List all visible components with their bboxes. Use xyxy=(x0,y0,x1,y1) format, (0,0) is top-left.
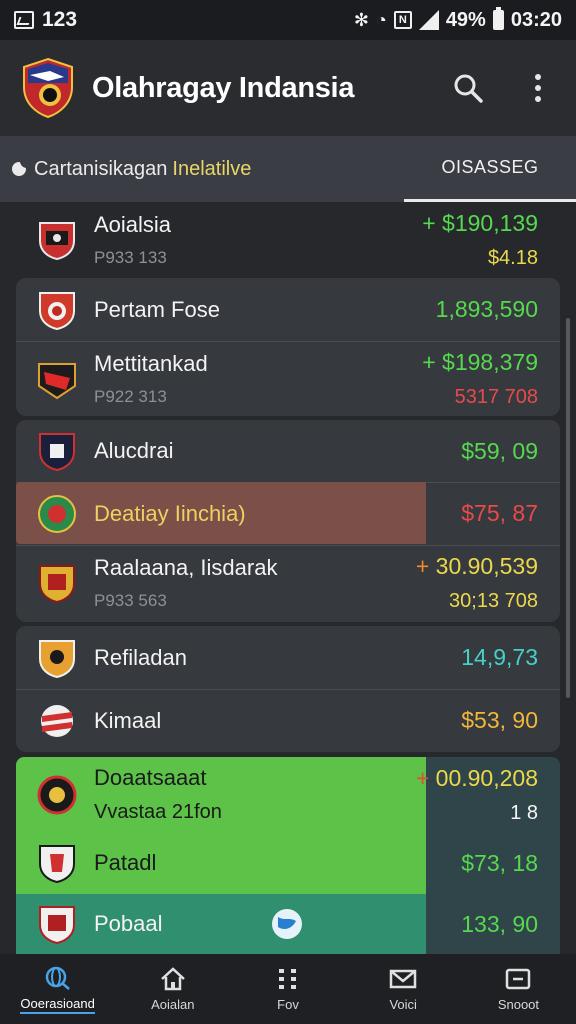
nav-item-list[interactable]: Fov xyxy=(230,954,345,1024)
nav-label: Aoialan xyxy=(151,997,195,1012)
club-crest-icon xyxy=(37,775,77,814)
team-name: Raalaana, Iisdarak xyxy=(94,555,278,580)
tab-bar: Cartanisikagan Inelatilve OISASSEG xyxy=(0,136,576,202)
battery-icon xyxy=(492,7,504,30)
tab-relative[interactable]: Cartanisikagan Inelatilve xyxy=(0,136,404,202)
nav-label: Voici xyxy=(389,997,417,1012)
list-item[interactable]: Aoialsia P933 133 + $190,139 $4.18 xyxy=(16,202,560,278)
team-value: 30.90,539 xyxy=(435,553,538,579)
grid-icon xyxy=(279,969,296,989)
club-crest-icon xyxy=(41,704,73,737)
team-value: $73, 18 xyxy=(461,849,538,876)
list-item[interactable]: Kimaal $53, 90 xyxy=(16,689,560,752)
nav-label: Fov xyxy=(277,997,299,1012)
team-value: 00.90,208 xyxy=(435,764,538,791)
club-crest-icon xyxy=(39,433,75,472)
nav-item-messages[interactable]: Voici xyxy=(346,954,461,1024)
value-prefix: + xyxy=(415,764,430,791)
nav-item-inbox[interactable]: Snooot xyxy=(461,954,576,1024)
nav-item-home[interactable]: Aoialan xyxy=(115,954,230,1024)
team-name: Refiladan xyxy=(94,644,187,670)
team-value: 14,9,73 xyxy=(461,644,538,670)
team-name: Pobaal xyxy=(94,911,163,936)
team-name: Pertam Fose xyxy=(94,296,220,322)
gallery-notification-icon xyxy=(14,11,34,29)
nav-item-overview[interactable]: Ooerasioand xyxy=(0,954,115,1024)
list-item[interactable]: Raalaana, Iisdarak P933 563 + 30.90,539 … xyxy=(16,545,560,621)
nfc-icon: N xyxy=(393,11,412,29)
club-crest-icon xyxy=(39,906,75,945)
team-name: Aoialsia xyxy=(94,212,172,237)
search-button[interactable] xyxy=(450,70,486,106)
nav-label: Snooot xyxy=(497,997,540,1012)
tab-relative-highlight: Inelatilve xyxy=(172,157,252,180)
team-code: Vvastaa 21fon xyxy=(94,801,222,823)
home-icon xyxy=(160,967,185,991)
team-value: 1,893,590 xyxy=(435,296,538,322)
battery-percent: 49% xyxy=(445,8,486,31)
team-value: + $198,379 xyxy=(422,348,538,375)
alarm-icon: ◔ xyxy=(375,9,387,30)
app-title: Olahragay Indansia xyxy=(92,71,355,104)
team-value: $53, 90 xyxy=(461,707,538,733)
team-name: Doaatsaaat xyxy=(94,765,207,790)
standings-list: Aoialsia P933 133 + $190,139 $4.18 Perta… xyxy=(0,202,576,954)
team-name: Kimaal xyxy=(94,707,162,733)
team-value: 133, 90 xyxy=(461,910,538,937)
team-name: Alucdrai xyxy=(94,438,174,463)
list-item[interactable]: Doaatsaaat Vvastaa 21fon + 00.90,208 1 8 xyxy=(16,757,560,832)
club-crest-logo xyxy=(23,57,73,119)
team-code: P933 133 xyxy=(94,248,167,267)
app-bar: Olahragay Indansia xyxy=(0,40,576,136)
overflow-menu-button[interactable] xyxy=(520,70,556,106)
club-crest-icon xyxy=(39,639,75,678)
team-code: P933 563 xyxy=(94,591,167,610)
club-crest-icon xyxy=(39,291,75,330)
list-item[interactable]: Pobaal 133, 90 xyxy=(16,894,560,954)
team-change: $4.18 xyxy=(487,247,538,269)
list-item[interactable]: Pertam Fose 1,893,590 xyxy=(16,278,560,341)
club-crest-icon xyxy=(39,222,75,261)
tab-relative-label: Cartanisikagan xyxy=(34,157,168,180)
club-crest-icon xyxy=(38,362,76,399)
clock: 03:20 xyxy=(510,8,562,31)
bluetooth-icon: ✻ xyxy=(353,9,369,30)
team-change: 5317 708 xyxy=(454,385,538,408)
status-bar: 123 ✻ ◔ N 49% 03:20 xyxy=(0,0,576,40)
club-crest-icon xyxy=(39,565,75,604)
team-code: P922 313 xyxy=(94,386,167,406)
team-change: 1 8 xyxy=(510,801,538,824)
nav-label: Ooerasioand xyxy=(20,996,95,1014)
team-change: 30;13 708 xyxy=(449,590,538,612)
tab-overview[interactable]: OISASSEG xyxy=(404,136,576,202)
team-name: Mettitankad xyxy=(94,350,208,376)
list-item[interactable]: Deatiay Iinchia) $75, 87 xyxy=(16,482,560,545)
more-vertical-icon xyxy=(535,74,541,102)
inbox-icon xyxy=(506,968,531,990)
team-value: $75, 87 xyxy=(461,500,538,526)
list-item[interactable]: Alucdrai $59, 09 xyxy=(16,420,560,482)
list-item[interactable]: Refiladan 14,9,73 xyxy=(16,626,560,689)
search-icon xyxy=(454,74,483,103)
football-icon xyxy=(272,909,302,939)
club-crest-icon xyxy=(38,494,76,533)
value-prefix: + xyxy=(415,553,430,579)
team-value: $59, 09 xyxy=(461,437,538,464)
globe-icon xyxy=(45,966,70,990)
team-name: Patadl xyxy=(94,850,157,875)
mail-icon xyxy=(389,969,417,989)
team-name: Deatiay Iinchia) xyxy=(94,500,246,526)
club-crest-icon xyxy=(39,845,75,884)
scrollbar[interactable] xyxy=(566,318,570,698)
list-item[interactable]: Patadl $73, 18 xyxy=(16,832,560,894)
signal-icon xyxy=(418,10,439,30)
list-item[interactable]: Mettitankad P922 313 + $198,379 5317 708 xyxy=(16,341,560,416)
pie-icon xyxy=(12,161,27,176)
notification-count: 123 xyxy=(42,8,78,31)
bottom-nav: Ooerasioand Aoialan Fov Voici Snooot xyxy=(0,954,576,1024)
team-value: + $190,139 xyxy=(422,210,538,236)
